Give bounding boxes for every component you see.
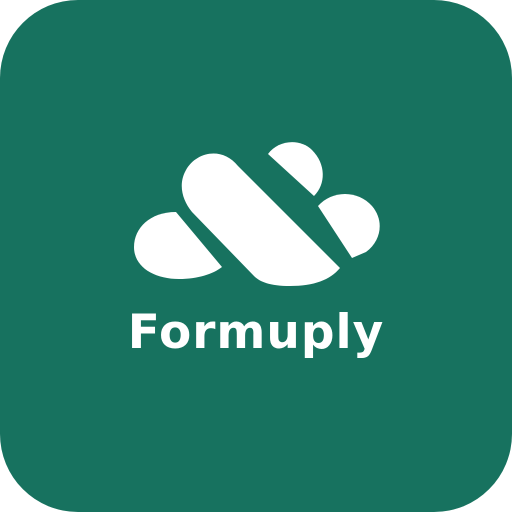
formuply-logo-icon xyxy=(134,142,380,286)
brand-name: Formuply xyxy=(127,305,385,360)
logo-top-leaf xyxy=(268,142,323,196)
app-icon-tile: Formuply xyxy=(0,0,512,512)
logo-right-leaf xyxy=(318,194,380,258)
